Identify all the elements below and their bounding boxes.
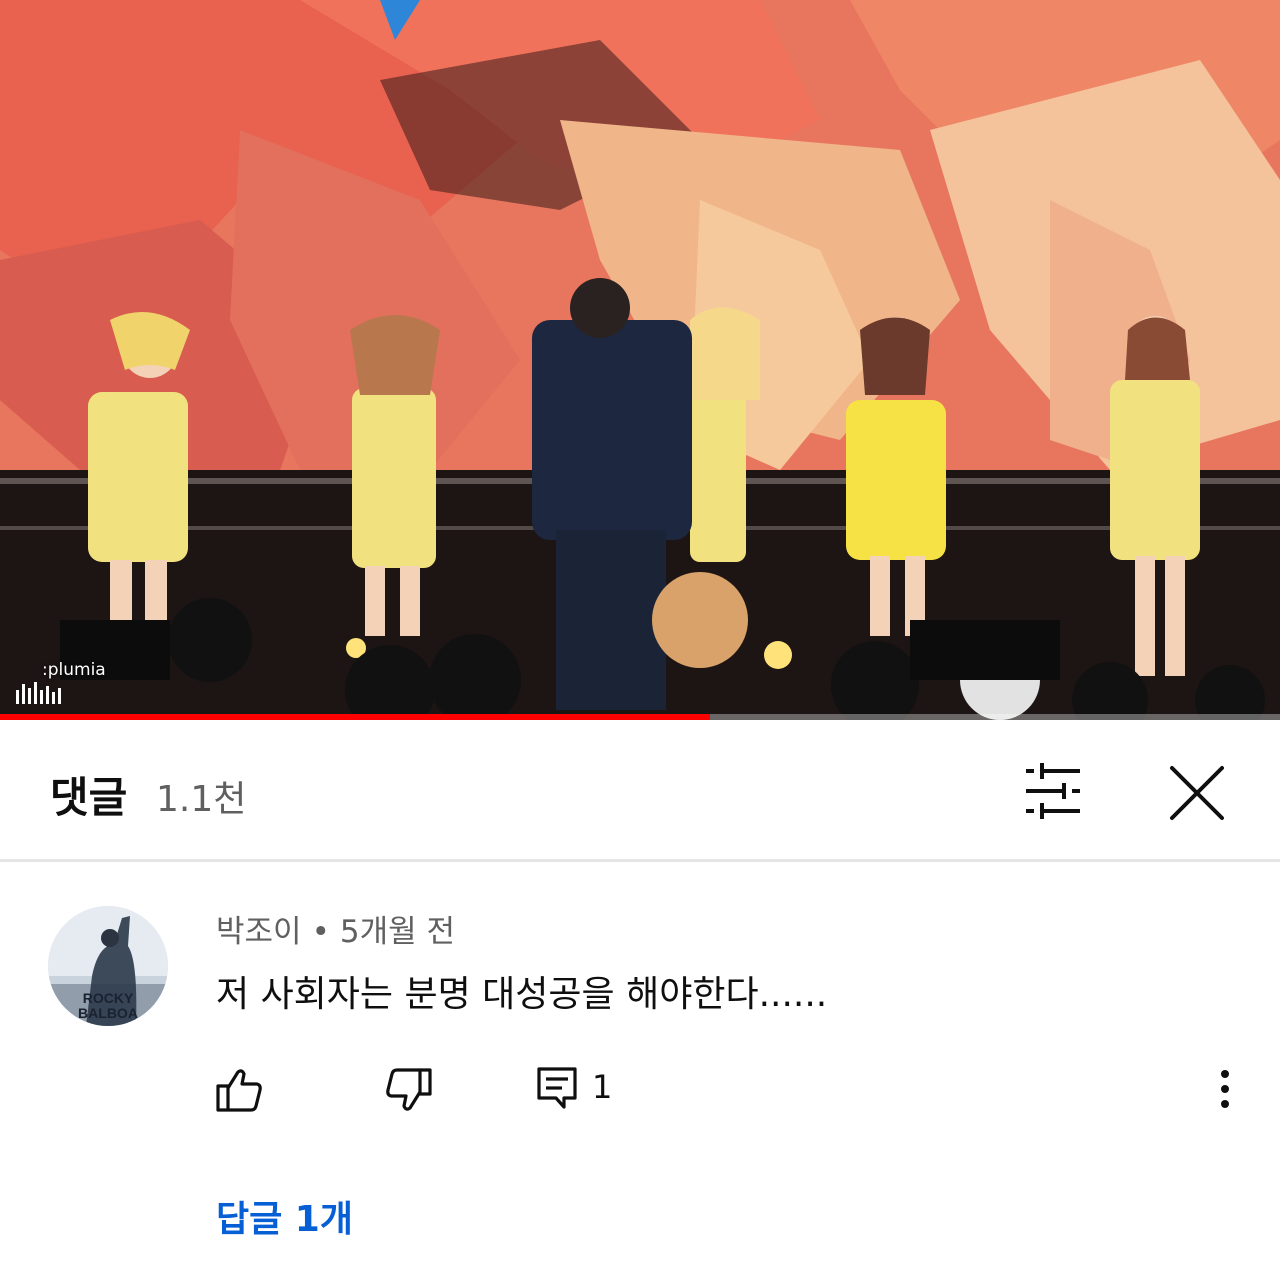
thumbs-down-icon xyxy=(386,1068,432,1111)
comments-title: 댓글 xyxy=(50,773,128,822)
video-player[interactable]: :plumia xyxy=(0,0,1280,720)
meta-separator: • xyxy=(311,914,330,950)
comment-author[interactable]: 박조이 xyxy=(216,914,302,950)
avatar-image: ROCKY BALBOA xyxy=(48,906,168,1026)
avatar-logo-text-1: ROCKY xyxy=(83,990,134,1006)
more-vertical-icon xyxy=(1221,1070,1229,1108)
dislike-button[interactable] xyxy=(384,1066,434,1114)
thumbs-up-icon xyxy=(216,1069,262,1112)
like-button[interactable] xyxy=(214,1066,264,1114)
comment-body: 저 사회자는 분명 대성공을 해야한다...... xyxy=(216,974,828,1015)
video-watermark: :plumia xyxy=(42,660,106,680)
sort-filter-icon xyxy=(1026,763,1080,819)
avatar-logo-text-2: BALBOA xyxy=(78,1005,138,1021)
comments-header: 댓글 1.1천 xyxy=(0,720,1280,862)
reply-count: 1 xyxy=(592,1068,613,1106)
reply-button[interactable] xyxy=(536,1066,578,1110)
close-comments-button[interactable] xyxy=(1164,760,1230,826)
view-replies-link[interactable]: 답글 1개 xyxy=(216,1190,353,1242)
comment-meta: 박조이 • 5개월 전 xyxy=(216,906,455,951)
comments-count: 1.1천 xyxy=(156,779,247,820)
close-icon xyxy=(1170,766,1224,820)
comment-more-button[interactable] xyxy=(1210,1068,1240,1110)
video-frame xyxy=(0,0,1280,720)
comment-author-avatar[interactable]: ROCKY BALBOA xyxy=(48,906,168,1026)
sort-filter-button[interactable] xyxy=(1020,760,1086,822)
comment-reply-icon xyxy=(537,1067,577,1109)
comment-time: 5개월 전 xyxy=(339,914,455,950)
